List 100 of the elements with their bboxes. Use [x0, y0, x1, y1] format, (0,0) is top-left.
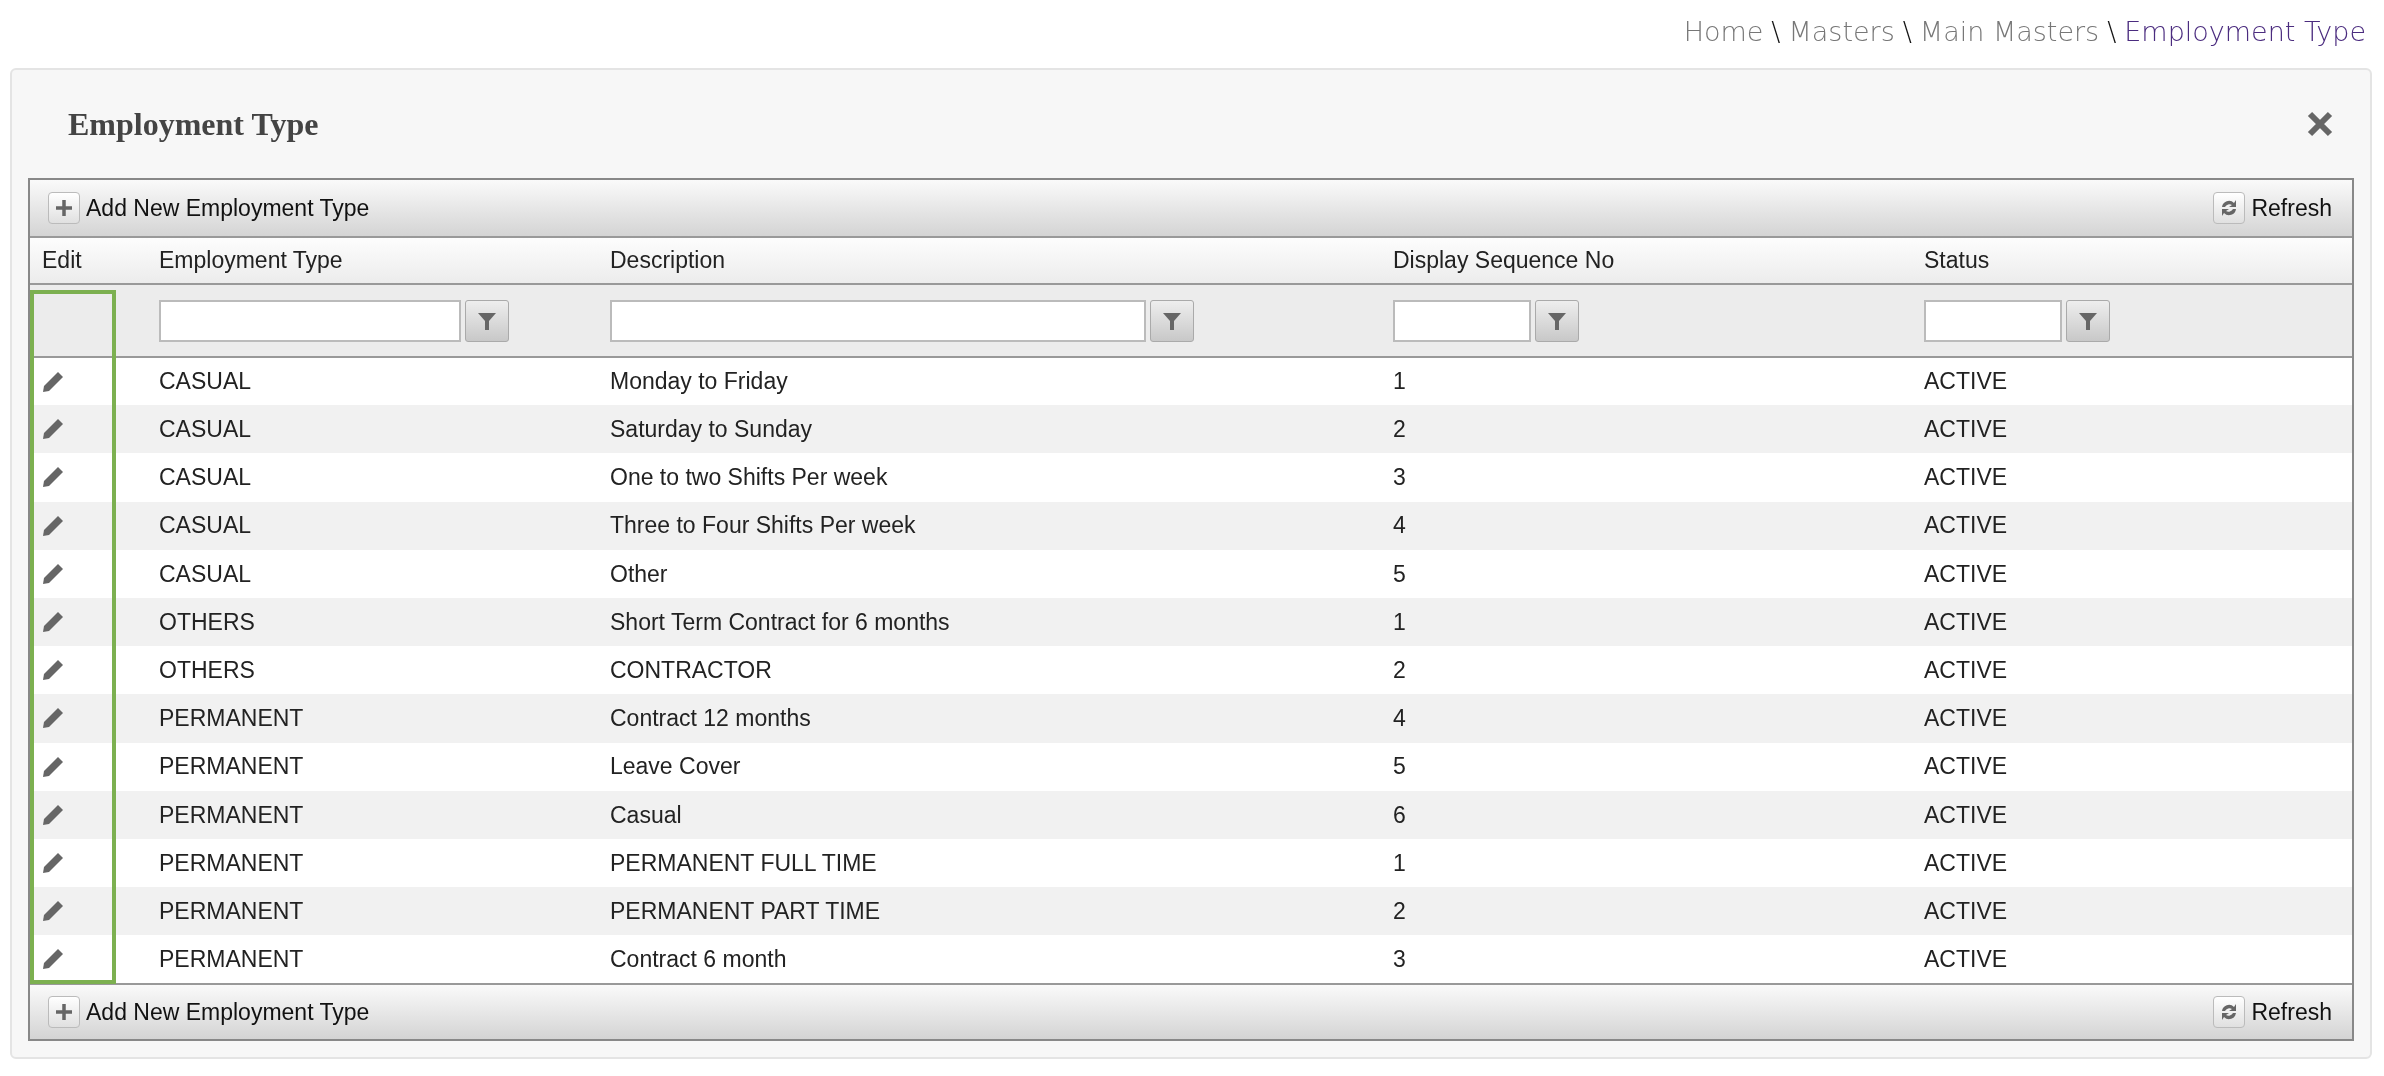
table-cell: Three to Four Shifts Per week [598, 501, 1381, 550]
pencil-icon [42, 514, 64, 537]
table-cell: PERMANENT [147, 790, 598, 839]
table-cell: 2 [1381, 405, 1912, 454]
table-cell: Casual [598, 790, 1381, 839]
table-cell: 1 [1381, 838, 1912, 888]
table-cell: Contract 12 months [598, 694, 1381, 743]
table-cell: CONTRACTOR [598, 646, 1381, 695]
table-cell: 5 [1381, 549, 1912, 598]
table-cell: CASUAL [147, 405, 598, 454]
breadcrumb-link[interactable]: Main Masters [1919, 12, 2100, 58]
pencil-icon [42, 562, 64, 585]
pencil-icon [42, 466, 64, 489]
edit-button[interactable] [42, 803, 64, 826]
panel-title: Employment Type [68, 104, 319, 144]
edit-button[interactable] [42, 900, 64, 923]
edit-button[interactable] [42, 755, 64, 778]
table-cell: ACTIVE [1912, 453, 2352, 502]
breadcrumb-current: Employment Type [2124, 15, 2366, 49]
table-cell: 6 [1381, 790, 1912, 839]
table-cell: Monday to Friday [598, 357, 1381, 406]
pencil-icon [42, 418, 64, 441]
table-cell: PERMANENT PART TIME [598, 887, 1381, 936]
edit-button[interactable] [42, 562, 64, 585]
column-header: Edit [30, 237, 147, 284]
pencil-icon [42, 851, 64, 874]
edit-button[interactable] [42, 707, 64, 730]
column-header: Description [598, 237, 1381, 284]
table-cell: ACTIVE [1912, 549, 2352, 598]
breadcrumb-link[interactable]: Home [1683, 12, 1764, 58]
table-cell: Contract 6 month [598, 935, 1381, 984]
table-cell: Saturday to Sunday [598, 405, 1381, 454]
table-cell: 3 [1381, 453, 1912, 502]
table-cell: ACTIVE [1912, 646, 2352, 695]
table-cell: 3 [1381, 935, 1912, 984]
table-cell: ACTIVE [1912, 405, 2352, 454]
edit-button[interactable] [42, 851, 64, 874]
table-cell: CASUAL [147, 501, 598, 550]
pencil-icon [42, 611, 64, 634]
table-cell: 1 [1381, 357, 1912, 406]
filter-input[interactable] [1924, 299, 2062, 342]
pencil-icon [42, 948, 64, 971]
table-cell: CASUAL [147, 453, 598, 502]
column-header: Status [1912, 237, 2352, 284]
table-cell: PERMANENT [147, 742, 598, 791]
refresh-button[interactable]: Refresh [2213, 190, 2332, 226]
edit-button[interactable] [42, 948, 64, 971]
table-cell: Other [598, 549, 1381, 598]
pencil-icon [42, 900, 64, 923]
refresh-button[interactable]: Refresh [2213, 995, 2332, 1030]
table-cell: 2 [1381, 646, 1912, 695]
table-cell: OTHERS [147, 597, 598, 647]
table-cell: One to two Shifts Per week [598, 453, 1381, 502]
table-cell: OTHERS [147, 646, 598, 695]
edit-button[interactable] [42, 418, 64, 441]
close-button[interactable] [2306, 110, 2334, 138]
table-cell: ACTIVE [1912, 694, 2352, 743]
filter-button[interactable] [465, 299, 509, 342]
edit-button[interactable] [42, 466, 64, 489]
table-cell: ACTIVE [1912, 790, 2352, 839]
table-cell: ACTIVE [1912, 887, 2352, 936]
table-cell: Leave Cover [598, 742, 1381, 791]
table-cell: PERMANENT [147, 694, 598, 743]
add-new-button[interactable]: Add New Employment Type [48, 190, 370, 226]
breadcrumb-link[interactable]: Masters [1788, 12, 1895, 58]
edit-button[interactable] [42, 370, 64, 393]
table-cell: ACTIVE [1912, 357, 2352, 406]
table-cell: 4 [1381, 501, 1912, 550]
filter-button[interactable] [1150, 299, 1194, 342]
filter-input[interactable] [1393, 299, 1531, 342]
table-cell: 4 [1381, 694, 1912, 743]
breadcrumb-separator: \ [1771, 15, 1781, 49]
edit-button[interactable] [42, 514, 64, 537]
close-icon [2306, 110, 2334, 138]
pencil-icon [42, 755, 64, 778]
column-header: Display Sequence No [1381, 237, 1912, 284]
table-cell: CASUAL [147, 357, 598, 406]
table-cell: ACTIVE [1912, 501, 2352, 550]
table-cell: ACTIVE [1912, 935, 2352, 984]
breadcrumb-separator: \ [1902, 15, 1912, 49]
edit-button[interactable] [42, 659, 64, 682]
pencil-icon [42, 803, 64, 826]
table-cell: 1 [1381, 597, 1912, 647]
table-cell: Short Term Contract for 6 months [598, 597, 1381, 647]
table-cell: PERMANENT [147, 838, 598, 888]
table-cell: CASUAL [147, 549, 598, 598]
column-header: Employment Type [147, 237, 598, 284]
filter-input[interactable] [610, 299, 1146, 342]
filter-button[interactable] [1535, 299, 1579, 342]
table-cell: ACTIVE [1912, 838, 2352, 888]
table-cell: ACTIVE [1912, 742, 2352, 791]
table-cell: ACTIVE [1912, 597, 2352, 647]
filter-button[interactable] [2066, 299, 2110, 342]
table-cell: 5 [1381, 742, 1912, 791]
add-new-button[interactable]: Add New Employment Type [48, 995, 370, 1030]
filter-input[interactable] [159, 299, 461, 342]
pencil-icon [42, 370, 64, 393]
table-cell: 2 [1381, 887, 1912, 936]
edit-button[interactable] [42, 611, 64, 634]
breadcrumb-separator: \ [2107, 15, 2117, 49]
